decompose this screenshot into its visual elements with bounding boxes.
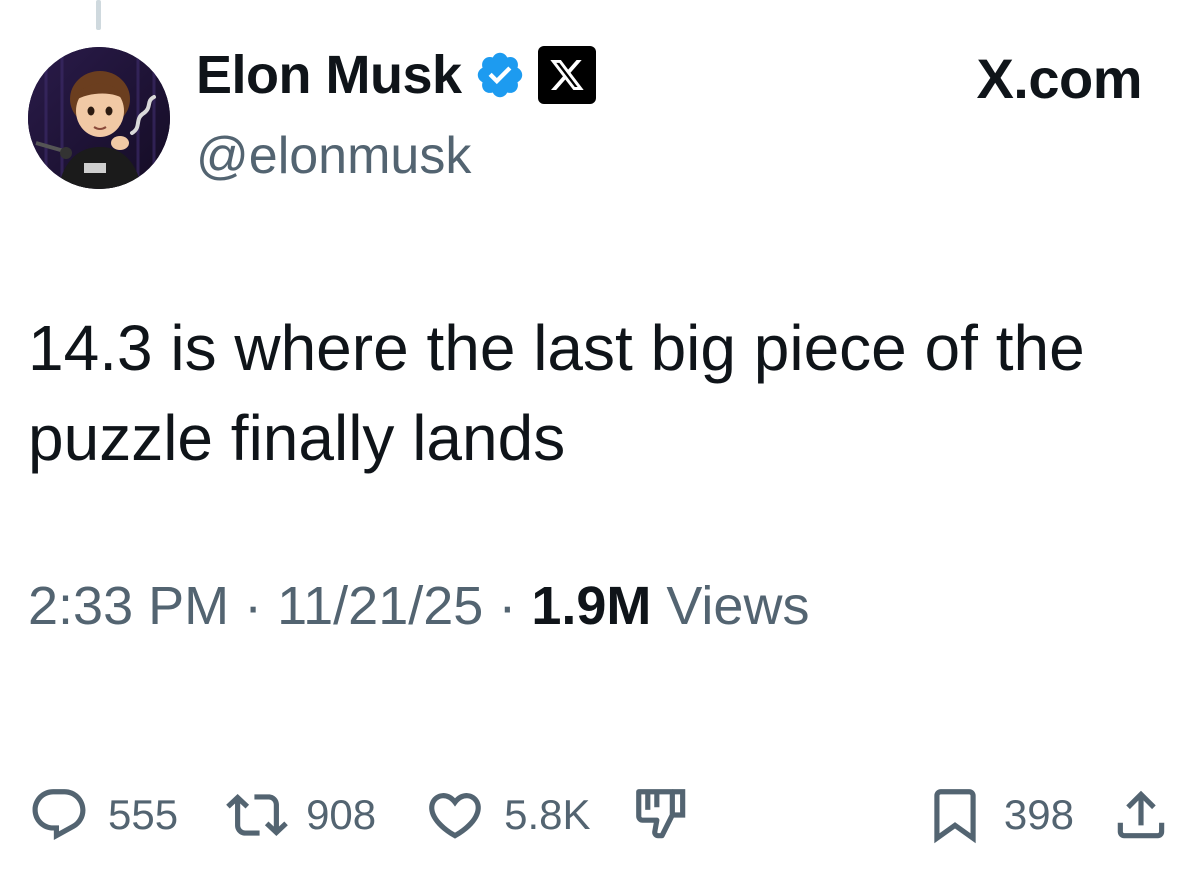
- bookmark-count: 398: [1003, 791, 1074, 838]
- heart-icon: [429, 793, 481, 839]
- repost-count: 908: [306, 791, 377, 838]
- author-handle[interactable]: @elonmusk: [196, 126, 471, 186]
- meta-separator: ·: [229, 576, 278, 636]
- tweet-time[interactable]: 2:33 PM: [28, 576, 229, 636]
- bookmark-icon: [934, 789, 976, 844]
- share-button[interactable]: [1110, 784, 1172, 846]
- views-label: Views: [666, 576, 810, 636]
- tweet-date[interactable]: 11/21/25: [277, 576, 483, 636]
- author-display-name[interactable]: Elon Musk: [196, 44, 462, 106]
- like-button[interactable]: 5.8K: [424, 784, 591, 846]
- reply-button[interactable]: 555: [28, 784, 178, 846]
- repost-icon: [226, 794, 288, 836]
- tweet-meta: 2:33 PM · 11/21/25 · 1.9M Views: [28, 575, 809, 637]
- views-count: 1.9M: [531, 576, 652, 636]
- repost-button[interactable]: 908: [226, 784, 376, 846]
- tweet-text: 14.3 is where the last big piece of the …: [28, 312, 1085, 474]
- avatar-image: [28, 47, 170, 189]
- thumbs-down-icon: [635, 789, 685, 839]
- thread-line: [96, 0, 101, 30]
- source-label: X.com: [976, 47, 1142, 110]
- verified-badge-icon[interactable]: [474, 49, 526, 101]
- avatar[interactable]: [28, 47, 170, 189]
- like-count: 5.8K: [504, 791, 591, 838]
- reply-icon: [32, 789, 86, 841]
- share-icon: [1117, 790, 1165, 839]
- bookmark-button[interactable]: 398: [924, 784, 1074, 846]
- meta-separator: ·: [483, 576, 532, 636]
- reply-count: 555: [108, 791, 179, 838]
- author-name-row: Elon Musk: [196, 44, 596, 106]
- tweet-actions: 555 908 5.8K 398: [28, 780, 1172, 850]
- dislike-button[interactable]: [631, 784, 693, 846]
- x-logo-icon[interactable]: [537, 46, 596, 104]
